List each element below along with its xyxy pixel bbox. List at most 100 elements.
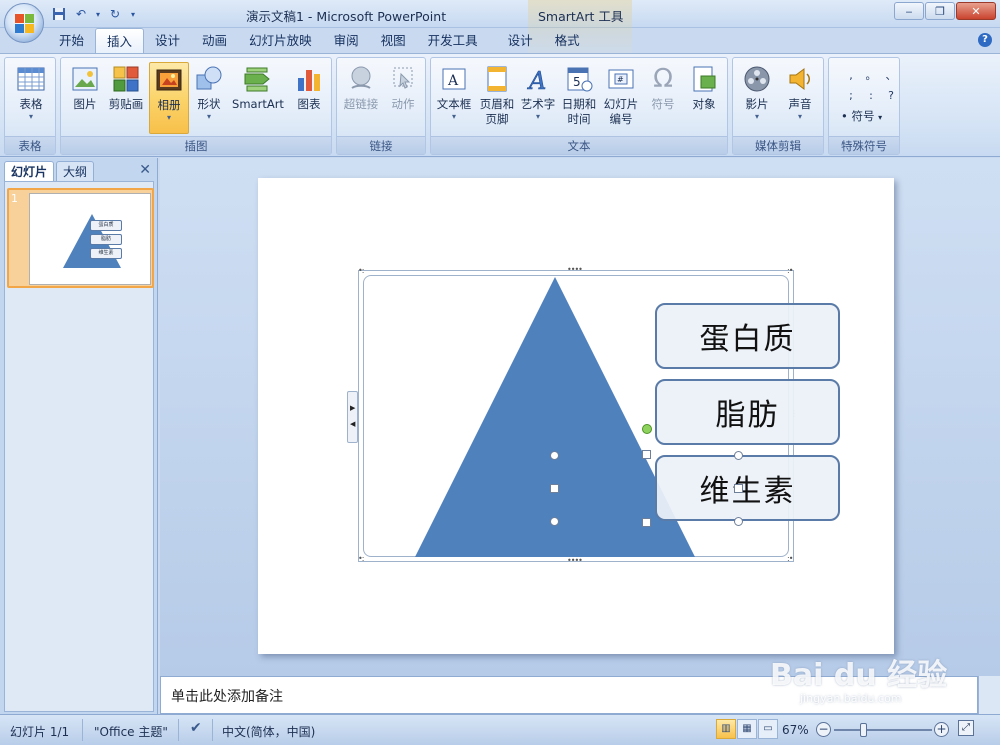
normal-view-icon[interactable]: ▥ xyxy=(716,719,736,739)
shapes-button[interactable]: 形状 ▾ xyxy=(191,62,227,134)
rotation-handle[interactable] xyxy=(642,424,652,434)
speaker-icon xyxy=(785,64,815,94)
symbol-button[interactable]: Ω 符号 xyxy=(643,62,683,134)
spellcheck-icon[interactable]: ✔ xyxy=(190,720,202,736)
zoom-slider-thumb[interactable] xyxy=(860,723,867,737)
pyramid-item-2[interactable]: 脂肪 xyxy=(655,379,840,445)
resize-handle-right[interactable] xyxy=(734,484,743,493)
slide-sorter-icon[interactable]: ▦ xyxy=(737,719,757,739)
pyramid-item-1[interactable]: 蛋白质 xyxy=(655,303,840,369)
window-title: 演示文稿1 - Microsoft PowerPoint xyxy=(246,9,447,24)
wordart-button[interactable]: A 艺术字 ▾ xyxy=(519,62,557,134)
smartart-frame[interactable]: •••• •••• •: :• •: :• ⋮ ▶ ◀ 蛋白质 脂肪 维生素 xyxy=(347,266,840,565)
zoom-level[interactable]: 67% xyxy=(782,723,809,737)
tab-animations[interactable]: 动画 xyxy=(191,28,238,54)
tab-slideshow[interactable]: 幻灯片放映 xyxy=(238,28,323,54)
action-icon xyxy=(388,64,418,94)
tab-insert[interactable]: 插入 xyxy=(95,28,145,54)
svg-text:5: 5 xyxy=(573,75,581,89)
tab-smartart-design[interactable]: 设计 xyxy=(497,28,544,54)
symbol-comma[interactable]: , xyxy=(841,66,861,86)
undo-dropdown-icon[interactable]: ▾ xyxy=(94,5,102,23)
slide-thumbnail-selected[interactable]: 1 蛋白质 脂肪 维生素 xyxy=(7,188,154,288)
symbol-period[interactable]: 。 xyxy=(861,66,881,86)
notes-placeholder: 单击此处添加备注 xyxy=(171,689,283,705)
group-label-media: 媒体剪辑 xyxy=(733,136,823,154)
close-button[interactable]: ✕ xyxy=(956,2,996,20)
slide-number-icon: # xyxy=(606,64,636,94)
slides-pane: 幻灯片 大纲 ✕ 1 蛋白质 脂肪 维生素 xyxy=(0,158,158,714)
help-icon[interactable]: ? xyxy=(978,33,992,47)
ribbon: 表格 ▾ 表格 图片 剪贴画 相册 ▾ 形状 ▾ SmartArt 图表 插图 … xyxy=(0,53,1000,157)
chart-button[interactable]: 图表 xyxy=(289,62,329,134)
symbol-dropdown-button[interactable]: • 符号 ▾ xyxy=(841,108,882,124)
notes-scrollbar[interactable] xyxy=(978,676,1000,714)
slide-number-button[interactable]: # 幻灯片 编号 xyxy=(599,62,643,134)
svg-text:A: A xyxy=(527,67,546,94)
text-pane-toggle[interactable]: ▶ ◀ xyxy=(347,391,358,443)
resize-handle-bottom[interactable] xyxy=(642,518,651,527)
symbol-semicolon[interactable]: ; xyxy=(841,86,861,106)
tab-design[interactable]: 设计 xyxy=(144,28,191,54)
symbol-colon[interactable]: : xyxy=(861,86,881,106)
chart-icon xyxy=(294,64,324,94)
save-icon[interactable] xyxy=(50,5,68,23)
office-button[interactable] xyxy=(4,3,44,43)
slide-canvas[interactable]: •••• •••• •: :• •: :• ⋮ ▶ ◀ 蛋白质 脂肪 维生素 xyxy=(258,178,894,654)
collapse-arrow-icon: ◀ xyxy=(350,420,356,428)
omega-icon: Ω xyxy=(653,64,673,94)
tab-outline[interactable]: 大纲 xyxy=(56,161,95,181)
clipart-button[interactable]: 剪贴画 xyxy=(105,62,147,134)
fit-to-window-icon[interactable]: ⤢ xyxy=(958,720,974,736)
zoom-slider[interactable] xyxy=(834,729,932,731)
header-footer-button[interactable]: 页眉和 页脚 xyxy=(475,62,519,134)
restore-button[interactable]: ❐ xyxy=(925,2,955,20)
language-indicator[interactable]: 中文(简体，中国) xyxy=(222,723,315,740)
tab-view[interactable]: 视图 xyxy=(370,28,417,54)
resize-handle-tr[interactable] xyxy=(734,451,743,460)
title-bar: ↶ ▾ ↻ ▾ 演示文稿1 - Microsoft PowerPoint Sma… xyxy=(0,0,1000,58)
resize-handle-bl[interactable] xyxy=(550,517,559,526)
close-pane-icon[interactable]: ✕ xyxy=(139,162,151,178)
datetime-button[interactable]: 5 日期和 时间 xyxy=(559,62,599,134)
pyramid-item-3[interactable]: 维生素 xyxy=(655,455,840,521)
clipart-icon xyxy=(111,64,141,94)
view-buttons: ▥ ▦ ▭ xyxy=(716,719,778,739)
bullet-icon: • xyxy=(841,109,848,123)
zoom-out-icon[interactable]: − xyxy=(816,722,831,737)
tab-home[interactable]: 开始 xyxy=(48,28,95,54)
tab-smartart-format[interactable]: 格式 xyxy=(544,28,591,54)
sound-button[interactable]: 声音 ▾ xyxy=(779,62,821,134)
zoom-in-icon[interactable]: + xyxy=(934,722,949,737)
resize-handle-top[interactable] xyxy=(642,450,651,459)
picture-button[interactable]: 图片 xyxy=(65,62,105,134)
film-reel-icon xyxy=(742,64,772,94)
tab-developer[interactable]: 开发工具 xyxy=(417,28,489,54)
pane-tabs: 幻灯片 大纲 xyxy=(4,161,95,181)
table-icon xyxy=(16,64,46,94)
redo-icon[interactable]: ↻ xyxy=(106,5,124,23)
hyperlink-button[interactable]: 超链接 xyxy=(339,62,383,134)
customize-qat-icon[interactable]: ▾ xyxy=(128,5,138,23)
group-illustrations: 图片 剪贴画 相册 ▾ 形状 ▾ SmartArt 图表 插图 xyxy=(60,57,332,155)
movie-button[interactable]: 影片 ▾ xyxy=(735,62,779,134)
object-button[interactable]: 对象 xyxy=(683,62,725,134)
undo-icon[interactable]: ↶ xyxy=(72,5,90,23)
smartart-button[interactable]: SmartArt xyxy=(229,62,287,134)
minimize-button[interactable]: ‒ xyxy=(894,2,924,20)
album-button[interactable]: 相册 ▾ xyxy=(149,62,189,134)
resize-handle-br[interactable] xyxy=(734,517,743,526)
resize-handle-tl[interactable] xyxy=(550,451,559,460)
tab-slides[interactable]: 幻灯片 xyxy=(4,161,55,181)
ribbon-tabs: 开始 插入 设计 动画 幻灯片放映 审阅 视图 开发工具 设计 格式 xyxy=(48,28,591,54)
symbol-enum-comma[interactable]: 、 xyxy=(881,66,901,86)
action-button[interactable]: 动作 xyxy=(383,62,423,134)
textbox-button[interactable]: A 文本框 ▾ xyxy=(433,62,475,134)
slide-thumbnail[interactable]: 蛋白质 脂肪 维生素 xyxy=(29,193,151,285)
slideshow-view-icon[interactable]: ▭ xyxy=(758,719,778,739)
group-label-text: 文本 xyxy=(431,136,727,154)
tab-review[interactable]: 审阅 xyxy=(323,28,370,54)
resize-handle-left[interactable] xyxy=(550,484,559,493)
table-button[interactable]: 表格 ▾ xyxy=(9,62,53,134)
symbol-question[interactable]: ? xyxy=(881,86,901,106)
